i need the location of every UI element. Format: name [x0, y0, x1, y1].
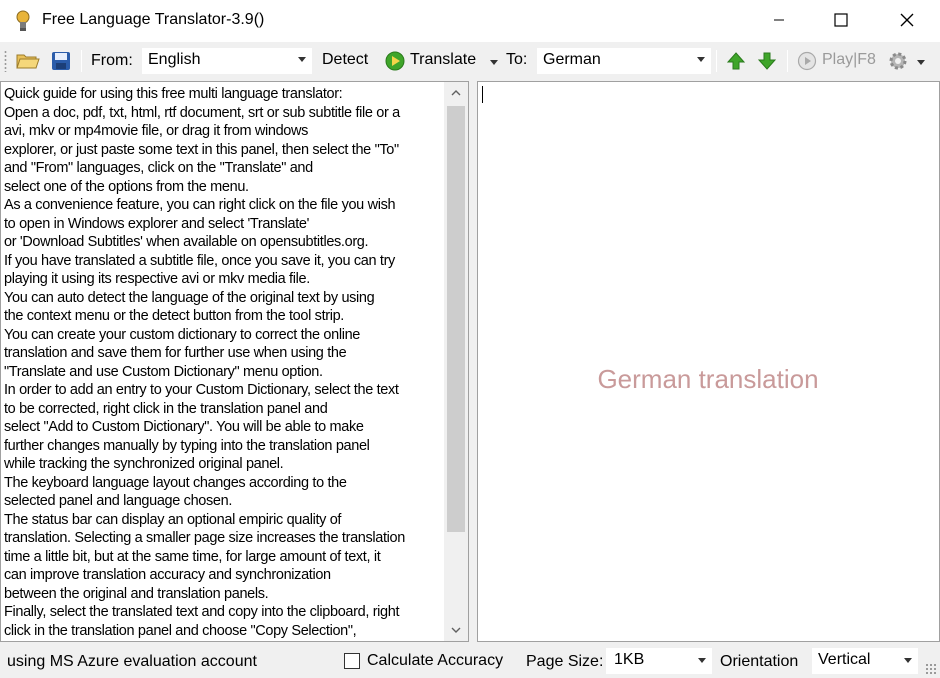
source-text-line: explorer, or just paste some text in thi…: [4, 141, 399, 158]
chevron-down-icon: [697, 57, 705, 62]
source-text-panel[interactable]: Quick guide for using this free multi la…: [0, 81, 469, 642]
source-text-line: Finally, select the translated text and …: [4, 604, 400, 620]
to-language-select[interactable]: German: [537, 48, 711, 74]
orientation-value: Vertical: [818, 651, 871, 668]
source-text-line: can improve translation accuracy and syn…: [4, 567, 331, 583]
page-size-label: Page Size:: [526, 653, 604, 670]
source-text-line: and "From" languages, click on the "Tran…: [4, 160, 313, 176]
source-text-line: The status bar can display an optional e…: [4, 511, 342, 528]
translate-button[interactable]: Translate: [410, 51, 476, 69]
source-text-line: playing it using its respective avi or m…: [4, 271, 310, 287]
chevron-down-icon: [298, 57, 306, 62]
source-text-line: time a little bit, but at the same time,…: [4, 548, 381, 565]
translate-dropdown-icon[interactable]: [490, 60, 498, 65]
orientation-select[interactable]: Vertical: [812, 648, 918, 674]
orientation-label: Orientation: [720, 653, 799, 670]
source-text-line: avi, mkv or mp4movie file, or drag it fr…: [4, 123, 309, 139]
arrow-up-icon[interactable]: [726, 51, 746, 71]
minimize-button[interactable]: [748, 0, 810, 40]
vertical-scrollbar[interactable]: [444, 82, 468, 641]
settings-dropdown-icon[interactable]: [917, 60, 925, 65]
toolbar-separator: [716, 50, 717, 72]
open-folder-icon[interactable]: [16, 50, 40, 70]
maximize-button[interactable]: [810, 0, 872, 40]
from-language-select[interactable]: English: [142, 48, 312, 74]
to-language-value: German: [543, 51, 601, 68]
source-text-line: to be corrected, right click in the tran…: [4, 400, 328, 417]
source-text-line: As a convenience feature, you can right …: [4, 197, 396, 213]
scrollbar-thumb[interactable]: [447, 106, 465, 532]
source-text-line: "Translate and use Custom Dictionary" me…: [4, 363, 323, 380]
toolbar-separator: [81, 50, 82, 72]
bulb-icon: [12, 9, 34, 33]
source-text-line: You can create your custom dictionary to…: [4, 326, 361, 343]
toolbar-separator: [787, 50, 788, 72]
source-text-line: select "Add to Custom Dictionary". You w…: [4, 419, 364, 435]
toolbar: From: English Detect Translate To: Germa…: [0, 42, 940, 80]
arrow-down-icon[interactable]: [757, 51, 777, 71]
from-label: From:: [91, 52, 133, 69]
window-title: Free Language Translator-3.9(): [42, 11, 265, 28]
to-label: To:: [506, 51, 528, 68]
source-text-line: click in the translation panel and choos…: [4, 622, 357, 639]
source-text-line: further changes manually by typing into …: [4, 437, 370, 454]
resize-grip[interactable]: [925, 663, 937, 675]
source-text-line: the context menu or the detect button fr…: [4, 308, 344, 324]
close-button[interactable]: [876, 0, 938, 40]
toolbar-grip[interactable]: [4, 50, 7, 72]
source-text-line: The keyboard language layout changes acc…: [4, 474, 347, 491]
chevron-down-icon: [698, 658, 706, 663]
text-caret: [482, 86, 483, 103]
source-text-line: Quick guide for using this free multi la…: [4, 86, 343, 102]
source-text-line: while tracking the synchronized original…: [4, 456, 284, 472]
source-text[interactable]: Quick guide for using this free multi la…: [4, 85, 444, 640]
page-size-value: 1KB: [614, 651, 645, 668]
source-text-line: If you have translated a subtitle file, …: [4, 252, 395, 269]
account-status: using MS Azure evaluation account: [7, 653, 257, 670]
scroll-down-icon[interactable]: [444, 619, 468, 641]
source-text-line: selected panel and language chosen.: [4, 493, 232, 509]
source-text-line: to open in Windows explorer and select '…: [4, 215, 310, 232]
calculate-accuracy-checkbox[interactable]: [344, 653, 360, 669]
translate-icon[interactable]: [385, 51, 405, 71]
source-text-line: translation. Selecting a smaller page si…: [4, 530, 405, 546]
source-text-line: Open a doc, pdf, txt, html, rtf document…: [4, 104, 400, 121]
translation-watermark: German translation: [597, 364, 819, 394]
translation-panel[interactable]: German translation: [477, 81, 940, 642]
source-text-line: translation and save them for further us…: [4, 345, 347, 361]
source-text-line: In order to add an entry to your Custom …: [4, 382, 399, 398]
play-icon[interactable]: [797, 51, 817, 71]
page-size-select[interactable]: 1KB: [606, 648, 712, 674]
chevron-down-icon: [904, 658, 912, 663]
title-bar: Free Language Translator-3.9(): [0, 0, 940, 42]
play-button[interactable]: Play|F8: [822, 51, 876, 69]
from-language-value: English: [148, 51, 201, 68]
detect-button[interactable]: Detect: [322, 51, 368, 69]
source-text-line: or 'Download Subtitles' when available o…: [4, 234, 369, 250]
source-text-line: You can auto detect the language of the …: [4, 289, 375, 306]
status-bar: using MS Azure evaluation account Calcul…: [0, 643, 940, 678]
save-icon[interactable]: [51, 51, 71, 71]
gear-icon[interactable]: [888, 51, 908, 71]
scroll-up-icon[interactable]: [444, 82, 468, 104]
calculate-accuracy-label[interactable]: Calculate Accuracy: [367, 652, 503, 670]
source-text-line: between the original and translation pan…: [4, 585, 269, 602]
source-text-line: select one of the options from the menu.: [4, 178, 249, 195]
